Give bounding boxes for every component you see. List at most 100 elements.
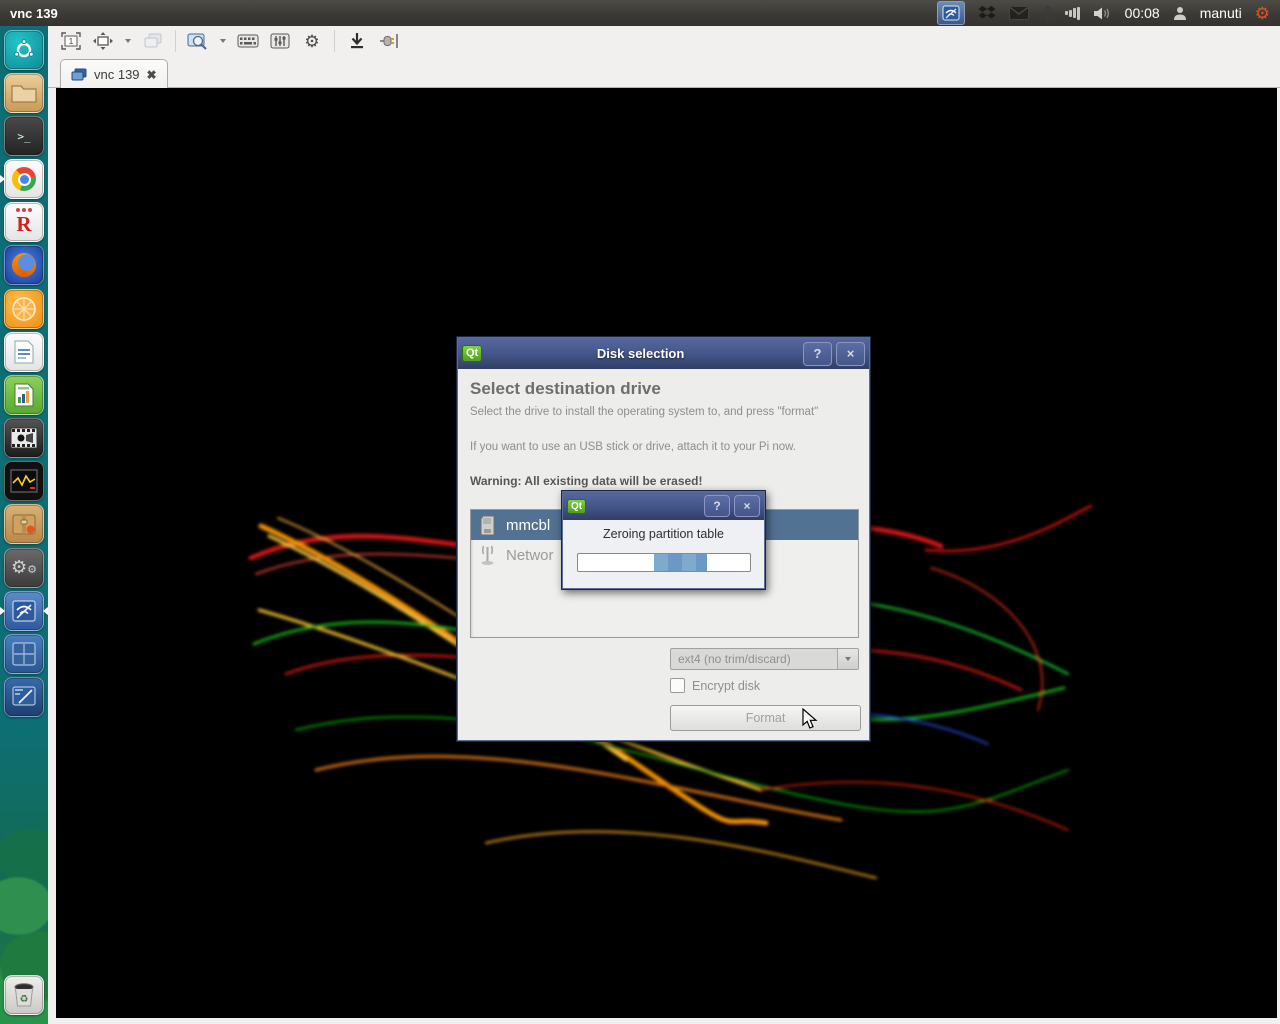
toolbar-separator [175, 30, 176, 52]
progress-bar [577, 553, 751, 572]
chromium-icon [12, 167, 36, 191]
launcher-item-firefox[interactable] [4, 245, 44, 285]
duplicate-tab-button[interactable] [140, 29, 166, 53]
launcher-item-display-settings[interactable] [4, 677, 44, 717]
remote-desktop-viewport[interactable]: Qt Disk selection ? × Select destination… [56, 88, 1277, 1018]
dialog-close-button[interactable]: × [836, 341, 865, 366]
launcher-item-files[interactable] [4, 73, 44, 113]
progress-close-button[interactable]: × [734, 495, 760, 517]
qt-logo-icon: Qt [567, 498, 587, 514]
duplicate-icon [144, 33, 162, 48]
mouse-cursor [802, 708, 818, 729]
settings-button[interactable]: ⚙ [299, 29, 325, 53]
screen: vnc 139 00:08 manuti ⚙ >_ R ⚙⚙ ♻ 1 ⚙ vnc… [0, 0, 1280, 1024]
film-strip-icon [10, 427, 38, 449]
launcher-item-package-manager[interactable] [4, 504, 44, 544]
fullscreen-button[interactable]: 1 [58, 29, 84, 53]
rednotebook-icon: R [16, 207, 32, 237]
orange-slice-icon [12, 297, 36, 321]
mail-icon[interactable] [1008, 2, 1029, 24]
vnc-viewer-icon [12, 600, 36, 622]
svg-text:♻: ♻ [20, 994, 29, 1005]
fullscreen-icon: 1 [61, 32, 81, 50]
signal-strength-icon[interactable] [1064, 2, 1080, 24]
dialog-instruction-2: If you want to use an USB stick or drive… [470, 441, 796, 453]
username[interactable]: manuti [1200, 5, 1242, 21]
launcher-item-ubuntu-dash[interactable] [4, 30, 44, 70]
drive-label: Networ [506, 546, 554, 564]
network-antenna-icon [481, 545, 494, 565]
terminal-prompt-icon: >_ [17, 129, 31, 143]
fit-window-button[interactable] [90, 29, 116, 53]
tab-close-icon[interactable]: ✖ [147, 68, 157, 82]
system-tray: 00:08 manuti ⚙ [936, 1, 1280, 25]
progress-help-button[interactable]: ? [704, 495, 730, 517]
ubuntu-logo-icon [14, 39, 34, 58]
launcher-item-video-editor[interactable] [4, 418, 44, 458]
vnc-app-tray-icon[interactable] [936, 1, 965, 25]
session-gear-icon[interactable]: ⚙ [1255, 2, 1270, 24]
display-settings-icon [12, 686, 36, 706]
download-button[interactable] [344, 29, 370, 53]
viewport-frame: Qt Disk selection ? × Select destination… [48, 88, 1280, 1024]
file-system-dropdown[interactable]: ext4 (no trim/discard) [670, 648, 859, 670]
encrypt-disk-checkbox[interactable] [670, 678, 685, 693]
toolbar: 1 ⚙ [48, 26, 1280, 56]
user-icon [1173, 2, 1187, 24]
dialog-title: Disk selection [596, 346, 685, 361]
launcher-item-system-settings[interactable]: ⚙⚙ [4, 548, 44, 588]
tab-label: vnc 139 [94, 67, 140, 82]
launcher-item-workspace-switcher[interactable] [4, 634, 44, 674]
svg-text:1: 1 [69, 37, 74, 46]
dropdown-arrow-icon [837, 649, 858, 669]
launcher-item-system-monitor[interactable] [4, 461, 44, 501]
screenshot-caret[interactable] [217, 29, 229, 53]
trash-icon: ♻ [14, 983, 34, 1007]
dialog-warning: Warning: All existing data will be erase… [470, 474, 703, 488]
gears-icon: ⚙⚙ [10, 556, 37, 577]
launcher-item-trash[interactable]: ♻ [4, 975, 44, 1015]
unity-launcher: >_ R ⚙⚙ ♻ [0, 26, 48, 1024]
focused-indicator-vnc-viewer [43, 607, 48, 615]
active-window-title: vnc 139 [10, 5, 58, 21]
sd-card-icon [480, 515, 495, 535]
launcher-item-terminal[interactable]: >_ [4, 116, 44, 156]
encrypt-disk-option[interactable]: Encrypt disk [670, 678, 760, 693]
keyboard-icon [237, 34, 259, 48]
download-icon [351, 33, 363, 49]
launcher-item-orange-app[interactable] [4, 289, 44, 329]
workspace-grid-icon [12, 642, 36, 666]
clock[interactable]: 00:08 [1125, 5, 1160, 21]
progress-dialog-titlebar[interactable]: Qt ? × [563, 492, 764, 520]
progress-message: Zeroing partition table [603, 527, 724, 541]
qt-logo-icon: Qt [462, 345, 483, 362]
launcher-item-chromium[interactable] [4, 159, 44, 199]
dropbox-icon[interactable] [978, 2, 996, 24]
sliders-icon [270, 33, 290, 49]
launcher-item-vnc-viewer[interactable] [4, 591, 44, 631]
tab-vnc-139[interactable]: vnc 139 ✖ [60, 59, 168, 89]
fit-window-icon [93, 32, 113, 50]
send-keys-button[interactable] [235, 29, 261, 53]
volume-icon[interactable] [1093, 2, 1112, 24]
system-monitor-icon [10, 469, 38, 493]
dialog-instruction-1: Select the drive to install the operatin… [470, 406, 819, 418]
folder-icon [11, 85, 37, 103]
launcher-item-libreoffice-writer[interactable] [4, 332, 44, 372]
launcher-item-libreoffice-calc[interactable] [4, 375, 44, 415]
launcher-item-rednotebook[interactable]: R [4, 202, 44, 242]
gear-icon: ⚙ [304, 31, 320, 51]
fit-window-caret[interactable] [122, 29, 134, 53]
calc-spreadsheet-icon [14, 383, 34, 407]
dialog-help-button[interactable]: ? [803, 341, 832, 366]
disconnect-plug-icon [380, 34, 398, 48]
screenshot-button[interactable] [185, 29, 211, 53]
bluetooth-icon[interactable] [1042, 2, 1052, 24]
format-button[interactable]: Format [670, 705, 861, 731]
screenshot-icon [187, 33, 207, 50]
disk-dialog-titlebar[interactable]: Qt Disk selection ? × [458, 338, 869, 369]
remote-screen-icon [71, 68, 87, 81]
disconnect-button[interactable] [376, 29, 402, 53]
package-box-icon [12, 514, 36, 535]
preferences-button[interactable] [267, 29, 293, 53]
